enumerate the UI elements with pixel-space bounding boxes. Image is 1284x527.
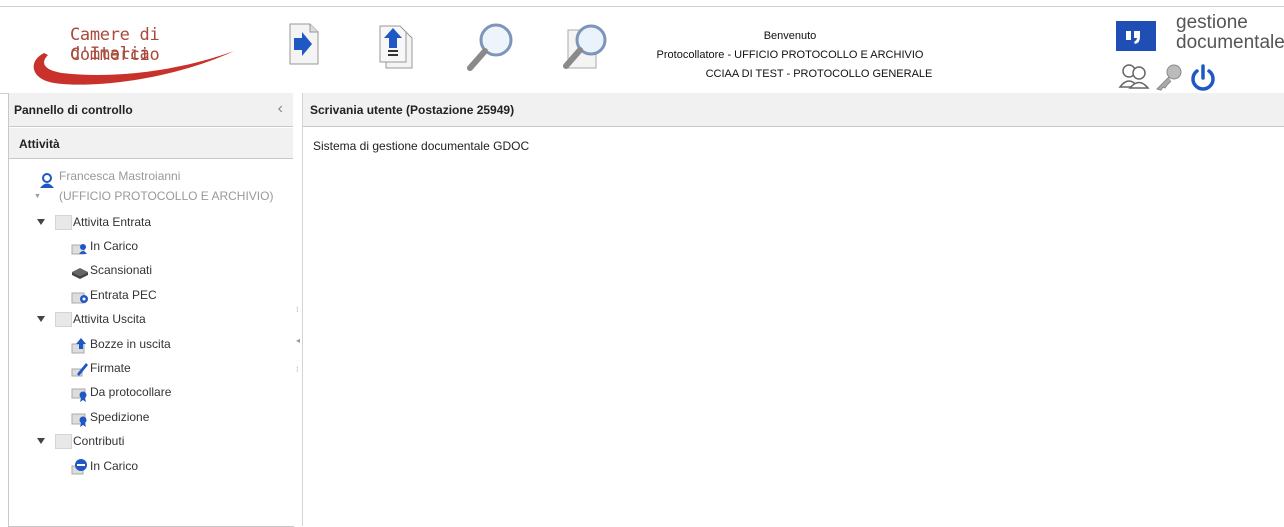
camere-commercio-logo[interactable]: Camere di Commercio d'Italia [14,13,244,93]
group-label: Attivita Uscita [73,312,146,326]
brand-line1: gestione [1176,12,1248,33]
power-icon[interactable] [1188,63,1218,96]
entity-name: CCIAA DI TEST - PROTOCOLLO GENERALE [705,68,933,80]
search-document-icon[interactable] [558,20,610,72]
incoming-user-icon [71,238,89,256]
folder-icon [55,312,72,327]
expand-arrow-icon[interactable] [37,438,45,444]
logo-text-line2: d'Italia [70,44,150,64]
main-title: Scrivania utente (Postazione 25949) [310,103,515,117]
item-label: In Carico [90,239,139,253]
app-header: Camere di Commercio d'Italia Benvenuto P… [0,7,1284,94]
main-desk-panel: Scrivania utente (Postazione 25949) Sist… [303,93,1284,526]
group-label: Attivita Entrata [73,215,152,229]
panel-header: Pannello di controllo ‹ [9,93,293,127]
user-name: Francesca Mastroianni [59,169,181,183]
folder-icon [55,215,72,230]
item-label: Spedizione [90,410,150,424]
upload-document-icon[interactable] [376,20,428,72]
contribution-chat-icon [71,458,89,476]
splitter-grip-icon[interactable]: ⁝ [296,365,299,374]
shipping-icon [71,409,89,427]
user-avatar-icon [39,173,55,192]
users-icon[interactable] [1118,63,1150,92]
main-panel-header: Scrivania utente (Postazione 25949) [303,93,1284,127]
brand-line2: documentale [1176,32,1284,53]
item-label: In Carico [90,459,139,473]
user-office: (UFFICIO PROTOCOLLO E ARCHIVIO) [59,189,274,203]
item-label: Firmate [90,361,131,375]
accordion-title: Attività [19,137,60,151]
expand-arrow-icon[interactable] [37,219,45,225]
group-label: Contributi [73,434,125,448]
collapse-panel-icon[interactable]: ‹ [278,100,283,118]
to-register-icon [71,384,89,402]
item-label: Entrata PEC [90,288,157,302]
folder-icon [55,434,72,449]
panel-title: Pannello di controllo [14,103,133,117]
user-role: Protocollatore - UFFICIO PROTOCOLLO E AR… [656,49,924,61]
welcome-text: Benvenuto [763,30,817,42]
user-expand-icon[interactable]: ▼ [34,193,41,200]
key-icon[interactable] [1154,63,1184,94]
splitter-collapse-icon[interactable]: ◂ [296,336,300,345]
welcome-block: Benvenuto Protocollatore - UFFICIO PROTO… [640,27,940,84]
splitter-grip-icon[interactable]: ⁝ [296,305,299,314]
panel-splitter[interactable]: ⁝ ◂ ⁝ [293,93,303,526]
activities-accordion-header[interactable]: Attività [9,128,293,159]
forward-arrow-document-icon[interactable] [284,20,336,72]
pec-mail-icon [71,287,89,305]
search-magnifier-icon[interactable] [464,20,516,72]
item-label: Bozze in uscita [90,337,171,351]
item-label: Da protocollare [90,385,172,399]
expand-arrow-icon[interactable] [37,316,45,322]
header-user-icons [1118,63,1228,97]
quote-mark-icon [1116,21,1156,51]
signed-pen-icon [71,360,89,378]
brand-text: gestione documentale [1176,13,1284,53]
main-content-text: Sistema di gestione documentale GDOC [313,139,530,153]
scanner-icon [71,262,89,280]
control-panel-sidebar: Pannello di controllo ‹ Attività ▼ Franc… [8,93,294,527]
draft-outgoing-icon [71,336,89,354]
item-label: Scansionati [90,263,153,277]
